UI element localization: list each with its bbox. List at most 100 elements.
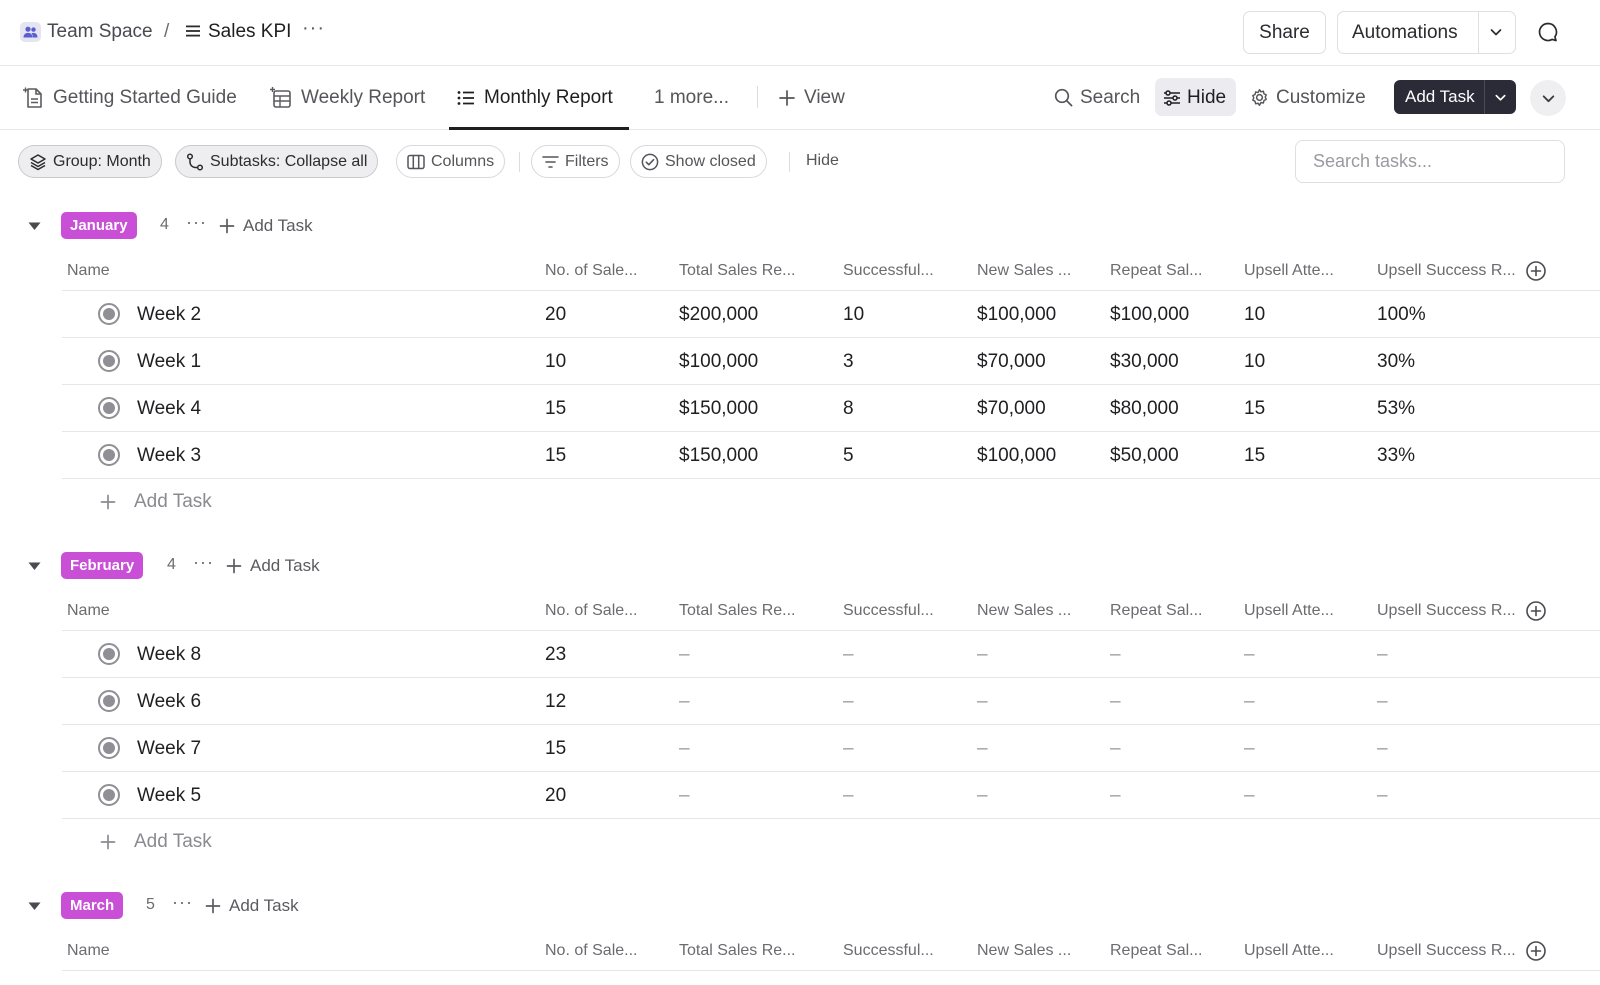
status-icon[interactable] (98, 643, 120, 665)
task-name[interactable]: Week 4 (137, 398, 201, 420)
column-header[interactable]: Repeat Sal... (1110, 262, 1203, 280)
chevron-down-icon[interactable] (1489, 25, 1503, 39)
column-header[interactable]: Total Sales Re... (679, 942, 796, 960)
chevron-down-icon[interactable] (1494, 91, 1507, 104)
filters-chip[interactable]: Filters (531, 145, 620, 178)
show-closed-label: Show closed (665, 152, 756, 170)
column-header[interactable]: Name (67, 942, 110, 960)
task-name[interactable]: Week 3 (137, 445, 201, 467)
search-button[interactable]: Search (1054, 66, 1140, 129)
group-add-task-button[interactable]: Add Task (205, 896, 299, 916)
filter-divider (789, 152, 790, 172)
task-name[interactable]: Week 6 (137, 691, 201, 713)
group-badge[interactable]: January (61, 212, 137, 239)
show-closed-chip[interactable]: Show closed (630, 145, 767, 178)
table-row[interactable]: Week 5 20 – – – – – – (62, 772, 1600, 819)
table-row[interactable]: Week 3 15 $150,000 5 $100,000 $50,000 15 33% (62, 432, 1600, 479)
group-more-menu[interactable]: ··· (172, 892, 193, 913)
table-row[interactable]: Week 4 15 $150,000 8 $70,000 $80,000 15 53% (62, 385, 1600, 432)
column-header[interactable]: Successful... (843, 262, 934, 280)
plus-icon (219, 218, 235, 234)
status-icon[interactable] (98, 350, 120, 372)
column-header[interactable]: Upsell Atte... (1244, 262, 1334, 280)
caret-down-icon[interactable] (28, 222, 41, 231)
chat-icon[interactable] (1537, 21, 1559, 43)
share-button[interactable]: Share (1243, 11, 1326, 54)
add-column-icon[interactable] (1525, 940, 1547, 962)
breadcrumb-space[interactable]: Team Space (47, 21, 153, 43)
column-header[interactable]: Repeat Sal... (1110, 602, 1203, 620)
table-cell: 5 (843, 445, 854, 466)
column-header[interactable]: No. of Sale... (545, 942, 638, 960)
group-badge[interactable]: February (61, 552, 144, 579)
task-name[interactable]: Week 8 (137, 644, 201, 666)
expand-toolbar-button[interactable] (1530, 80, 1566, 116)
status-icon[interactable] (98, 737, 120, 759)
customize-button[interactable]: Customize (1250, 66, 1366, 129)
hide-button[interactable]: Hide (1163, 66, 1226, 129)
tab-monthly-report[interactable]: Monthly Report (457, 66, 613, 129)
column-header[interactable]: Total Sales Re... (679, 602, 796, 620)
caret-down-icon[interactable] (28, 562, 41, 571)
column-header[interactable]: Upsell Success R... (1377, 262, 1516, 280)
add-task-button[interactable]: Add Task (1394, 80, 1516, 114)
subtasks-icon (186, 152, 204, 171)
add-task-row[interactable]: Add Task (100, 482, 400, 522)
task-name[interactable]: Week 7 (137, 738, 201, 760)
table-cell: 20 (545, 785, 567, 806)
table-row[interactable]: Week 7 15 – – – – – – (62, 725, 1600, 772)
group-more-menu[interactable]: ··· (186, 212, 207, 233)
status-icon[interactable] (98, 444, 120, 466)
column-header[interactable]: Name (67, 602, 110, 620)
breadcrumb-list[interactable]: Sales KPI (208, 21, 291, 43)
group-by-chip[interactable]: Group: Month (18, 145, 162, 178)
column-header[interactable]: Successful... (843, 602, 934, 620)
list-more-menu[interactable]: ··· (302, 17, 325, 40)
table-row[interactable]: Week 2 20 $200,000 10 $100,000 $100,000 10 100% (62, 291, 1600, 338)
status-icon[interactable] (98, 784, 120, 806)
column-header[interactable]: Upsell Success R... (1377, 602, 1516, 620)
tab-more-views[interactable]: 1 more... (654, 66, 729, 129)
task-name[interactable]: Week 1 (137, 351, 201, 373)
add-task-row[interactable]: Add Task (100, 822, 400, 862)
column-header[interactable]: Upsell Success R... (1377, 942, 1516, 960)
task-name[interactable]: Week 2 (137, 304, 201, 326)
task-name[interactable]: Week 5 (137, 785, 201, 807)
group-add-task-button[interactable]: Add Task (226, 556, 320, 576)
table-cell: – (1244, 644, 1255, 665)
column-header[interactable]: New Sales ... (977, 602, 1071, 620)
plus-icon (779, 89, 795, 106)
automations-button[interactable]: Automations (1337, 11, 1516, 54)
column-header[interactable]: Upsell Atte... (1244, 942, 1334, 960)
column-header[interactable]: No. of Sale... (545, 262, 638, 280)
table-row[interactable]: Week 6 12 – – – – – – (62, 678, 1600, 725)
column-header[interactable]: Successful... (843, 942, 934, 960)
table-row[interactable]: Week 8 23 – – – – – – (62, 631, 1600, 678)
tab-weekly-report[interactable]: Weekly Report (270, 66, 425, 129)
check-circle-icon (641, 153, 659, 171)
subtasks-chip[interactable]: Subtasks: Collapse all (175, 145, 379, 178)
group-add-task-button[interactable]: Add Task (219, 216, 313, 236)
tab-getting-started-guide[interactable]: Getting Started Guide (22, 66, 237, 129)
table-row[interactable]: Week 1 10 $100,000 3 $70,000 $30,000 10 30% (62, 338, 1600, 385)
column-header[interactable]: Total Sales Re... (679, 262, 796, 280)
group-badge[interactable]: March (61, 892, 124, 919)
add-column-icon[interactable] (1525, 260, 1547, 282)
hide-filter-button[interactable]: Hide (806, 152, 839, 170)
column-header[interactable]: Name (67, 262, 110, 280)
status-icon[interactable] (98, 690, 120, 712)
caret-down-icon[interactable] (28, 902, 41, 911)
status-icon[interactable] (98, 303, 120, 325)
column-header[interactable]: Upsell Atte... (1244, 602, 1334, 620)
add-view-button[interactable]: View (779, 66, 845, 129)
column-header[interactable]: New Sales ... (977, 942, 1071, 960)
status-icon[interactable] (98, 397, 120, 419)
columns-chip[interactable]: Columns (396, 145, 506, 178)
column-header[interactable]: Repeat Sal... (1110, 942, 1203, 960)
column-header[interactable]: No. of Sale... (545, 602, 638, 620)
column-header[interactable]: New Sales ... (977, 262, 1071, 280)
table-cell: – (679, 738, 690, 759)
add-column-icon[interactable] (1525, 600, 1547, 622)
group-more-menu[interactable]: ··· (193, 552, 214, 573)
search-tasks-input[interactable]: Search tasks... (1295, 140, 1565, 183)
